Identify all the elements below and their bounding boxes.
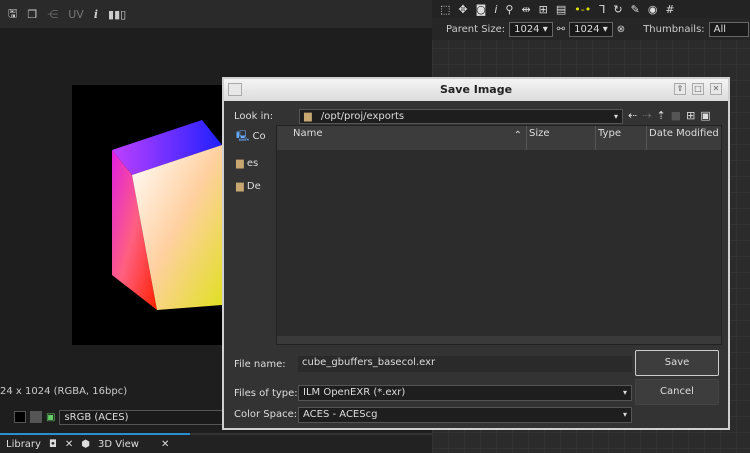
camera-icon[interactable]: ◙: [476, 3, 487, 16]
list-view-icon[interactable]: ⊞: [686, 109, 695, 122]
route-icon[interactable]: ⅂: [599, 3, 605, 16]
info-icon[interactable]: i: [94, 8, 98, 21]
window-menu-icon[interactable]: [228, 83, 242, 96]
files-of-type-value: ILM OpenEXR (*.exr): [303, 387, 406, 398]
thumbnails-label: Thumbnails:: [643, 23, 705, 35]
close-button[interactable]: ✕: [710, 83, 722, 95]
parent-size-width-value: 1024: [514, 23, 540, 35]
link-icon[interactable]: ⇹: [521, 3, 530, 16]
thumbnails-select[interactable]: All: [708, 21, 749, 37]
search-icon[interactable]: ⚲: [505, 3, 513, 16]
folder-icon: ▆: [236, 181, 244, 192]
sidebar-item-folder[interactable]: ▆ es: [236, 158, 266, 169]
folder-icon: ▆: [304, 111, 312, 122]
file-name-label: File name:: [234, 359, 286, 370]
new-folder-icon[interactable]: ■: [671, 109, 681, 122]
sidebar-label: De: [246, 181, 261, 192]
graph-options-row: Parent Size: 1024 ▾ ⚯ 1024 ▾ ⊗ Thumbnail…: [432, 18, 750, 40]
folder-icon: ▆: [236, 158, 244, 169]
look-in-select[interactable]: ▆ /opt/proj/exports ▾: [299, 109, 623, 124]
forward-icon[interactable]: ⇢: [642, 109, 651, 122]
column-name[interactable]: Name ⌃: [277, 126, 527, 150]
parent-size-height-value: 1024: [574, 23, 600, 35]
look-in-label: Look in:: [234, 111, 274, 122]
nodes-icon[interactable]: ⊞: [539, 3, 548, 16]
viewer-toolbar: 🖫 ❐ ⋲ UV i ▮▮▯: [0, 0, 432, 28]
color-space-select[interactable]: sRGB (ACES): [59, 409, 230, 425]
close-icon[interactable]: ✕: [161, 439, 169, 450]
sidebar-label: Co: [252, 131, 266, 142]
places-sidebar: 🖳 Co ▆ es ▆ De: [236, 129, 266, 192]
color-space-select[interactable]: ACES - ACEScg ▾: [298, 407, 632, 423]
sidebar-item-computer[interactable]: 🖳 Co: [236, 129, 266, 146]
detail-view-icon[interactable]: ▣: [700, 109, 710, 122]
channels-icon[interactable]: ⋲: [47, 8, 58, 21]
back-icon[interactable]: ⇠: [628, 109, 637, 122]
up-icon[interactable]: ⇡: [656, 109, 665, 122]
cube-icon: ⬢: [81, 438, 91, 450]
column-label: Name: [293, 128, 323, 139]
look-in-path: /opt/proj/exports: [320, 111, 405, 122]
connect-icon[interactable]: •-•: [574, 3, 591, 16]
column-type[interactable]: Type: [596, 126, 647, 150]
column-size[interactable]: Size: [527, 126, 596, 150]
float-icon[interactable]: ◘: [49, 439, 57, 450]
cancel-button[interactable]: Cancel: [635, 379, 719, 405]
uv-dropdown[interactable]: UV: [68, 8, 84, 21]
column-date-modified[interactable]: Date Modified: [647, 126, 721, 150]
histogram-icon[interactable]: ▮▮▯: [108, 8, 126, 21]
grid-icon[interactable]: #: [665, 3, 674, 16]
color-swatch[interactable]: [14, 411, 26, 423]
link-icon[interactable]: ⚯: [557, 24, 565, 35]
save-button[interactable]: Save: [635, 350, 719, 376]
tool-icon[interactable]: ✎: [631, 3, 640, 16]
center-icon[interactable]: ✥: [458, 3, 467, 16]
file-list-header: Name ⌃ Size Type Date Modified: [277, 126, 721, 150]
tab-3d-view[interactable]: 3D View: [98, 439, 139, 450]
checker-icon[interactable]: [30, 411, 42, 423]
color-space-label: Color Space:: [234, 409, 298, 420]
sidebar-label: es: [246, 158, 259, 169]
files-of-type-select[interactable]: ILM OpenEXR (*.exr) ▾: [298, 385, 632, 401]
sort-ascending-icon: ⌃: [513, 130, 522, 141]
sidebar-item-folder[interactable]: ▆ De: [236, 181, 266, 192]
parent-size-width-select[interactable]: 1024 ▾: [509, 21, 553, 37]
parent-size-label: Parent Size:: [446, 23, 506, 35]
files-of-type-label: Files of type:: [234, 388, 298, 399]
maximize-button[interactable]: □: [692, 83, 704, 95]
save-image-dialog: Save Image ⇧ □ ✕ Look in: ▆ /opt/proj/ex…: [222, 77, 730, 430]
tab-library[interactable]: Library: [6, 439, 41, 450]
image-info: 24 x 1024 (RGBA, 16bpc): [0, 386, 128, 397]
reset-icon[interactable]: ⊗: [617, 24, 625, 35]
info-icon[interactable]: i: [494, 3, 497, 16]
panel-tabs: Library ◘ ✕ ⬢ 3D View ✕: [0, 433, 432, 453]
save-icon[interactable]: 🖫: [8, 5, 17, 24]
parent-size-height-select[interactable]: 1024 ▾: [569, 21, 613, 37]
shade-button[interactable]: ⇧: [674, 83, 686, 95]
computer-icon: 🖳: [236, 131, 250, 142]
graph-toolbar: ⬚ ✥ ◙ i ⚲ ⇹ ⊞ ▤ •-• ⅂ ↻ ✎ ◉ #: [432, 0, 750, 18]
color-space-value: ACES - ACEScg: [303, 409, 378, 420]
frame-icon[interactable]: ⬚: [440, 3, 450, 16]
file-list[interactable]: Name ⌃ Size Type Date Modified: [276, 125, 722, 345]
preview-icon[interactable]: ◉: [648, 3, 658, 16]
dialog-title: Save Image: [439, 83, 513, 96]
horizontal-scrollbar[interactable]: [277, 336, 721, 344]
rotate-icon[interactable]: ↻: [613, 3, 622, 16]
copy-icon[interactable]: ❐: [27, 8, 37, 21]
file-name-input[interactable]: cube_gbuffers_basecol.exr: [298, 356, 632, 372]
stack-icon[interactable]: ▤: [556, 3, 566, 16]
monitor-icon: ▣: [46, 411, 56, 423]
dialog-titlebar: Save Image ⇧ □ ✕: [224, 79, 728, 101]
close-icon[interactable]: ✕: [65, 439, 73, 450]
